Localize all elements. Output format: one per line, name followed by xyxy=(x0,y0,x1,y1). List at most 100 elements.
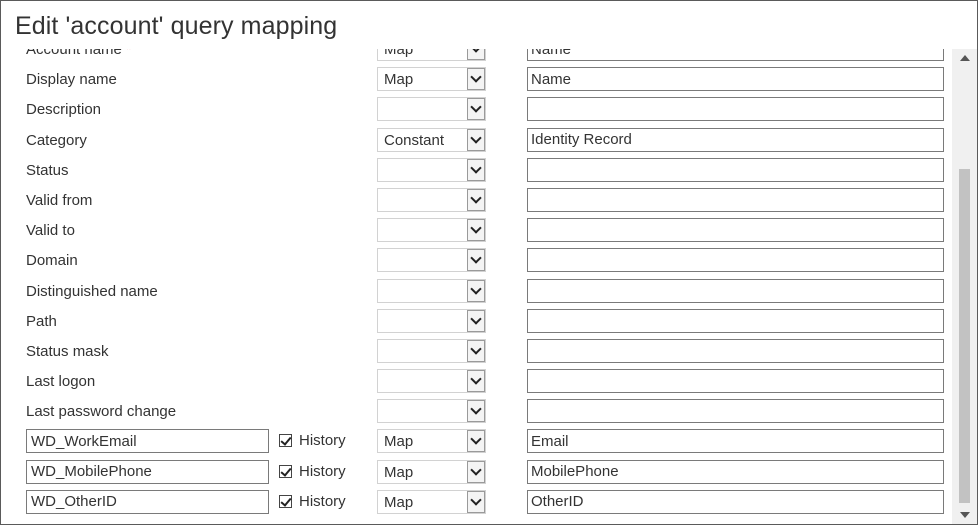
dropdown-button[interactable] xyxy=(467,49,485,60)
mapping-value-input[interactable] xyxy=(527,67,944,92)
mapping-type-select[interactable] xyxy=(377,308,486,333)
mapping-value-input[interactable] xyxy=(527,157,944,182)
chevron-down-icon xyxy=(470,463,482,476)
mapping-row: Path xyxy=(1,305,952,335)
dropdown-button[interactable] xyxy=(467,158,485,181)
field-label-text: Description xyxy=(26,101,102,119)
scroll-up-arrow-icon xyxy=(959,55,970,61)
mapping-row: Status xyxy=(1,154,952,184)
required-marker: * xyxy=(125,49,132,58)
attribute-name-input[interactable] xyxy=(26,429,269,454)
mapping-value-input[interactable] xyxy=(527,459,944,484)
chevron-down-icon xyxy=(470,313,482,325)
chevron-down-icon xyxy=(470,71,482,83)
mapping-list-viewport: Account name* Map Display name Map Descr… xyxy=(1,49,952,524)
mapping-value-input[interactable] xyxy=(527,187,944,212)
mapping-value-input[interactable] xyxy=(527,97,944,122)
field-label-text: Valid to xyxy=(26,222,75,240)
mapping-type-select[interactable] xyxy=(377,338,486,363)
dropdown-button[interactable] xyxy=(467,128,485,151)
dropdown-button[interactable] xyxy=(467,219,485,242)
mapping-row: Valid from xyxy=(1,184,952,214)
chevron-down-icon xyxy=(470,131,482,144)
mapping-type-select[interactable] xyxy=(377,187,486,212)
mapping-type-select[interactable]: Map xyxy=(377,67,486,92)
mapping-value-input[interactable] xyxy=(527,399,944,424)
field-label-text: Valid from xyxy=(26,191,93,209)
mapping-row: Last password change xyxy=(1,395,952,425)
mapping-value-input[interactable] xyxy=(527,369,944,394)
chevron-down-icon xyxy=(470,49,482,53)
dropdown-button[interactable] xyxy=(467,430,485,453)
mapping-type-select[interactable] xyxy=(377,157,486,182)
dropdown-button[interactable] xyxy=(467,68,485,91)
mapping-row: Domain xyxy=(1,244,952,274)
mapping-type-select[interactable] xyxy=(377,399,486,424)
field-label: Category xyxy=(26,132,87,149)
mapping-value-input[interactable] xyxy=(527,278,944,303)
field-label: Status xyxy=(26,162,69,179)
mapping-value-input[interactable] xyxy=(527,127,944,152)
dropdown-button[interactable] xyxy=(467,249,485,272)
mapping-type-select[interactable] xyxy=(377,248,486,273)
scroll-down-button[interactable] xyxy=(952,506,977,524)
chevron-down-icon xyxy=(470,101,482,114)
mapping-type-select[interactable]: Map xyxy=(377,489,486,514)
checkbox-checked-icon[interactable] xyxy=(279,494,292,508)
mapping-type-select[interactable] xyxy=(377,97,486,122)
dropdown-button[interactable] xyxy=(467,279,485,302)
mapping-rows: Account name* Map Display name Map Descr… xyxy=(1,49,952,516)
field-label: Last logon xyxy=(26,373,95,390)
mapping-type-select[interactable]: Constant xyxy=(377,127,486,152)
dropdown-button[interactable] xyxy=(467,490,485,513)
mapping-type-value: Map xyxy=(384,49,414,58)
mapping-value-input[interactable] xyxy=(527,308,944,333)
mapping-value-input[interactable] xyxy=(527,218,944,243)
mapping-value-input[interactable] xyxy=(527,49,944,61)
history-toggle[interactable]: History xyxy=(279,432,346,449)
mapping-type-select[interactable]: Map xyxy=(377,459,486,484)
field-label: Account name * xyxy=(26,49,132,58)
chevron-down-icon xyxy=(470,252,482,264)
mapping-type-select[interactable] xyxy=(377,278,486,303)
mapping-value-input[interactable] xyxy=(527,338,944,363)
checkbox-checked-icon[interactable] xyxy=(279,464,292,478)
mapping-type-value: Map xyxy=(384,433,414,451)
mapping-row: Last logon xyxy=(1,365,952,395)
mapping-value-input[interactable] xyxy=(527,489,944,514)
mapping-type-select[interactable] xyxy=(377,369,486,394)
field-label: Status mask xyxy=(26,343,109,360)
field-label: Distinguished name xyxy=(26,283,158,300)
chevron-down-icon xyxy=(470,282,482,295)
field-label-text: Path xyxy=(26,312,57,330)
mapping-type-select[interactable]: Map xyxy=(377,429,486,454)
mapping-type-select[interactable] xyxy=(377,218,486,243)
dropdown-button[interactable] xyxy=(467,188,485,211)
dropdown-button[interactable] xyxy=(467,98,485,121)
history-toggle[interactable]: History xyxy=(279,463,346,480)
field-label-text: Display name xyxy=(26,71,117,89)
vertical-scrollbar[interactable] xyxy=(952,49,977,524)
field-label: Description xyxy=(26,101,101,118)
query-mapping-dialog: Edit 'account' query mapping Account nam… xyxy=(0,0,978,525)
mapping-type-select[interactable]: Map xyxy=(377,49,486,61)
attribute-name-input[interactable] xyxy=(26,489,269,514)
field-label: Valid from xyxy=(26,192,92,209)
history-toggle[interactable]: History xyxy=(279,493,346,510)
field-label-text: Account name xyxy=(26,49,122,58)
mapping-value-input[interactable] xyxy=(527,429,944,454)
dropdown-button[interactable] xyxy=(467,370,485,393)
mapping-row: Display name Map xyxy=(1,63,952,93)
dropdown-button[interactable] xyxy=(467,400,485,423)
scroll-up-button[interactable] xyxy=(952,49,977,67)
mapping-row: History Map xyxy=(1,456,952,486)
field-label: Domain xyxy=(26,252,78,269)
dropdown-button[interactable] xyxy=(467,309,485,332)
checkbox-checked-icon[interactable] xyxy=(279,434,292,448)
dropdown-button[interactable] xyxy=(467,460,485,483)
scrollbar-thumb[interactable] xyxy=(959,169,970,503)
field-label-text: Last password change xyxy=(26,403,177,421)
attribute-name-input[interactable] xyxy=(26,459,269,484)
dropdown-button[interactable] xyxy=(467,339,485,362)
mapping-value-input[interactable] xyxy=(527,248,944,273)
